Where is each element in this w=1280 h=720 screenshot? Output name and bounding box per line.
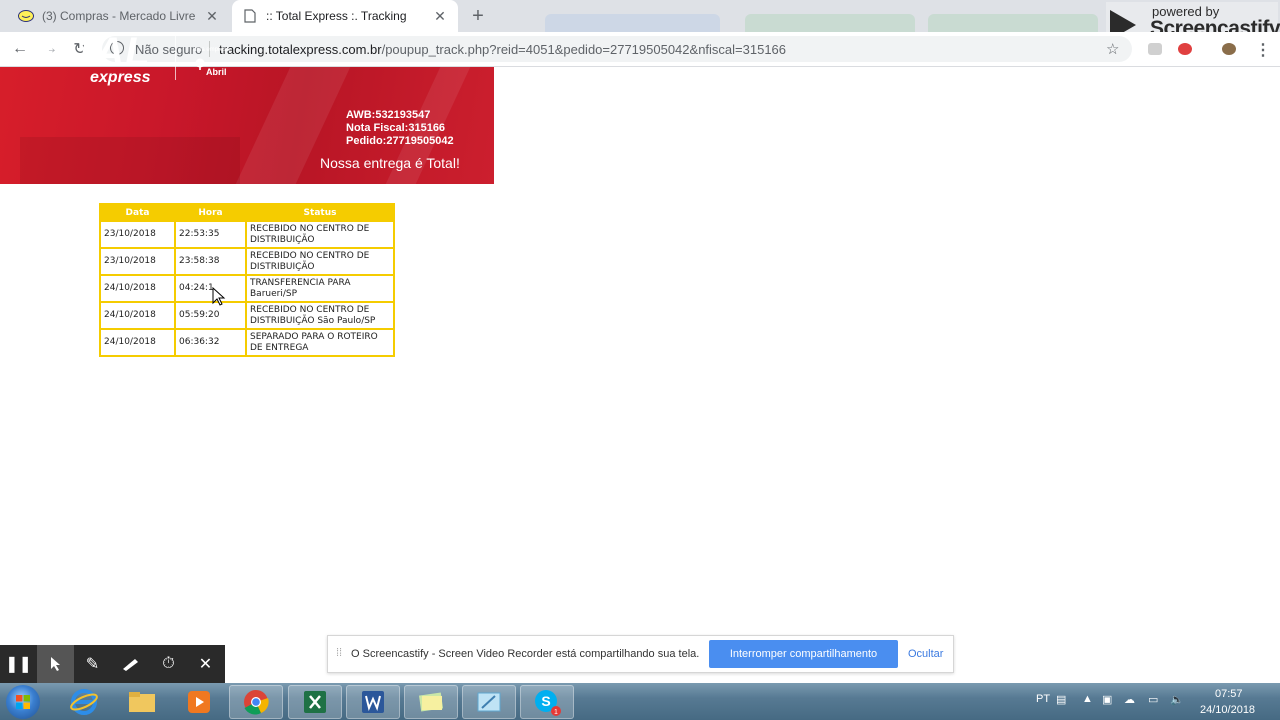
bookmark-star-icon[interactable]: ☆ xyxy=(1106,40,1119,58)
hide-button[interactable]: Ocultar xyxy=(908,648,943,660)
new-tab-plus-icon[interactable]: + xyxy=(466,4,490,28)
logo-divider xyxy=(175,36,176,80)
cell-hora: 04:24:1 xyxy=(176,276,245,301)
network-icon[interactable]: ▭ xyxy=(1148,693,1158,706)
tracking-table: Data Hora Status 23/10/2018 22:53:35 REC… xyxy=(99,203,395,357)
internet-explorer-icon[interactable] xyxy=(57,685,111,719)
column-header-data: Data xyxy=(101,205,174,220)
sharing-message: O Screencastify - Screen Video Recorder … xyxy=(351,648,700,660)
parent-name: Abril xyxy=(206,67,227,77)
cell-hora: 06:36:32 xyxy=(176,330,245,355)
media-player-icon[interactable] xyxy=(172,685,226,719)
pedido-label: Pedido:27719505042 xyxy=(346,135,454,147)
url-path: /poupup_track.php?reid=4051&pedido=27719… xyxy=(381,42,787,57)
cell-status: RECEBIDO NO CENTRO DE DISTRIBUIÇÃO São P… xyxy=(247,303,393,328)
awb-label: AWB:532193547 xyxy=(346,109,431,121)
table-row: 24/10/2018 06:36:32 SEPARADO PARA O ROTE… xyxy=(101,330,393,355)
screencastify-extension-icon[interactable] xyxy=(1178,43,1192,55)
table-row: 24/10/2018 05:59:20 RECEBIDO NO CENTRO D… xyxy=(101,303,393,328)
cell-data: 23/10/2018 xyxy=(101,249,174,274)
table-row: 24/10/2018 04:24:1 TRANSFERENCIA PARA Ba… xyxy=(101,276,393,301)
pointer-icon[interactable] xyxy=(37,645,74,683)
cell-hora: 22:53:35 xyxy=(176,222,245,247)
show-hidden-icons-icon[interactable]: ▲ xyxy=(1082,693,1093,705)
action-center-icon[interactable]: ▣ xyxy=(1102,693,1112,706)
background-window-tab xyxy=(928,14,1098,32)
file-explorer-icon[interactable] xyxy=(115,685,169,719)
clock-time[interactable]: 07:57 xyxy=(1215,688,1243,700)
tab-mercado-livre[interactable]: (3) Compras - Mercado Livre ✕ xyxy=(8,0,230,32)
table-row: 23/10/2018 22:53:35 RECEBIDO NO CENTRO D… xyxy=(101,222,393,247)
cell-data: 24/10/2018 xyxy=(101,330,174,355)
cell-data: 23/10/2018 xyxy=(101,222,174,247)
stop-sharing-button[interactable]: Interromper compartilhamento xyxy=(709,640,898,668)
svg-text:S: S xyxy=(541,693,550,709)
background-window-tab xyxy=(545,14,720,32)
highlighter-icon[interactable] xyxy=(111,645,148,683)
clock-date[interactable]: 24/10/2018 xyxy=(1200,704,1255,716)
close-tab-icon[interactable]: ✕ xyxy=(204,8,220,24)
language-indicator[interactable]: PT xyxy=(1036,693,1050,705)
cloud-sync-icon[interactable]: ☁ xyxy=(1124,693,1135,706)
cell-data: 24/10/2018 xyxy=(101,303,174,328)
drag-handle-icon[interactable]: ⁞⁞ xyxy=(336,647,342,659)
svg-text:1: 1 xyxy=(554,709,558,716)
close-tab-icon[interactable]: ✕ xyxy=(432,8,448,24)
cell-hora: 05:59:20 xyxy=(176,303,245,328)
cell-data: 24/10/2018 xyxy=(101,276,174,301)
keyboard-icon[interactable]: ▤ xyxy=(1056,693,1066,706)
tab-title: (3) Compras - Mercado Livre xyxy=(42,9,196,23)
pen-icon[interactable]: ✎ xyxy=(74,645,111,683)
windows-logo-icon xyxy=(16,695,30,709)
cell-hora: 23:58:38 xyxy=(176,249,245,274)
column-header-hora: Hora xyxy=(176,205,245,220)
word-icon[interactable] xyxy=(346,685,400,719)
pause-icon[interactable]: ❚❚ xyxy=(0,645,37,683)
chrome-icon[interactable] xyxy=(229,685,283,719)
sticky-notes-icon[interactable] xyxy=(404,685,458,719)
url-host: tracking.totalexpress.com.br xyxy=(219,42,382,57)
profile-avatar-icon[interactable] xyxy=(1222,43,1236,55)
close-icon[interactable]: ✕ xyxy=(187,645,224,683)
total-express-logo-sub: express xyxy=(90,69,151,86)
cell-status: RECEBIDO NO CENTRO DE DISTRIBUIÇÃO xyxy=(247,249,393,274)
snipping-tool-icon[interactable] xyxy=(462,685,516,719)
timer-icon[interactable]: ⏱ xyxy=(150,645,187,683)
excel-icon[interactable] xyxy=(288,685,342,719)
table-header-row: Data Hora Status xyxy=(101,205,393,220)
banner-slogan: Nossa entrega é Total! xyxy=(320,155,460,171)
table-row: 23/10/2018 23:58:38 RECEBIDO NO CENTRO D… xyxy=(101,249,393,274)
chrome-menu-icon[interactable]: ⋮ xyxy=(1255,40,1271,60)
url-text[interactable]: tracking.totalexpress.com.br/poupup_trac… xyxy=(219,42,786,57)
volume-icon[interactable]: 🔈 xyxy=(1170,693,1184,706)
cell-status: RECEBIDO NO CENTRO DE DISTRIBUIÇÃO xyxy=(247,222,393,247)
mercado-livre-favicon-icon xyxy=(18,8,34,24)
page-favicon-icon xyxy=(242,8,258,24)
parent-caption: uma empresa xyxy=(193,47,230,53)
tab-total-express[interactable]: :: Total Express :. Tracking ✕ xyxy=(232,0,458,32)
extension-icon[interactable] xyxy=(1148,43,1162,55)
skype-icon[interactable]: S1 xyxy=(520,685,574,719)
background-window-tab xyxy=(745,14,915,32)
banner-decoration xyxy=(20,137,240,184)
mouse-cursor-icon xyxy=(212,287,226,306)
cell-status: SEPARADO PARA O ROTEIRO DE ENTREGA xyxy=(247,330,393,355)
column-header-status: Status xyxy=(247,205,393,220)
cell-status: TRANSFERENCIA PARA Barueri/SP xyxy=(247,276,393,301)
abril-tree-icon xyxy=(195,58,205,70)
tab-title: :: Total Express :. Tracking xyxy=(266,9,407,23)
nota-fiscal-label: Nota Fiscal:315166 xyxy=(346,122,446,134)
